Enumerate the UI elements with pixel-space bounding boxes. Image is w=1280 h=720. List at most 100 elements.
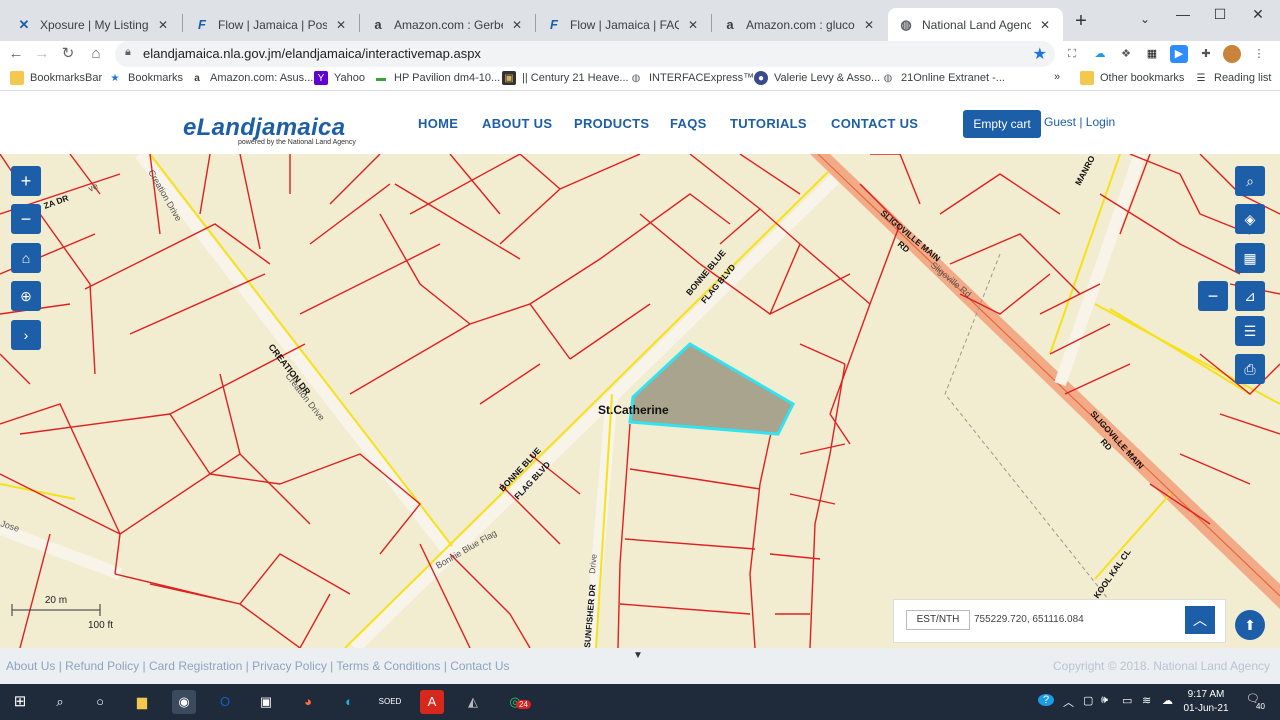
browser-tab[interactable]: F Flow | Jamaica | FAQ | billing ✕: [536, 8, 711, 41]
maximize-button[interactable]: ☐: [1205, 6, 1235, 26]
puzzle-extensions-icon[interactable]: ✚: [1197, 45, 1215, 63]
coordinate-system-selector[interactable]: EST/NTH: [906, 610, 970, 630]
dropbox-extension-icon[interactable]: ❖: [1117, 45, 1135, 63]
acrobat-icon[interactable]: A: [420, 690, 444, 714]
list-icon[interactable]: ☰: [1235, 316, 1265, 346]
address-bar[interactable]: 🔒︎ elandjamaica.nla.gov.jm/elandjamaica/…: [115, 41, 1055, 67]
extension-icon[interactable]: ⛶: [1063, 45, 1081, 63]
cloud-extension-icon[interactable]: ☁: [1091, 45, 1109, 63]
basemap-gallery-icon[interactable]: ▦: [1235, 243, 1265, 273]
guest-login-link[interactable]: Guest | Login: [1044, 115, 1115, 129]
onedrive-icon[interactable]: ☁: [1162, 694, 1173, 707]
tray-chevron-icon[interactable]: ︿: [1063, 694, 1074, 710]
measure-icon[interactable]: ⊿: [1235, 281, 1265, 311]
new-tab-button[interactable]: +: [1066, 10, 1096, 32]
layers-icon[interactable]: ◈: [1235, 204, 1265, 234]
hp-icon: ▬: [376, 72, 386, 84]
windows-start-icon[interactable]: ⊞: [8, 690, 32, 714]
other-bookmarks[interactable]: Other bookmarks: [1080, 71, 1184, 85]
bookmark-item[interactable]: ◍ 21Online Extranet -...: [881, 71, 1005, 85]
bookmark-item[interactable]: ▬ HP Pavilion dm4-10...: [374, 71, 500, 85]
more-bookmarks-button[interactable]: »: [1054, 71, 1060, 83]
home-extent-button[interactable]: ⌂: [11, 243, 41, 273]
lock-icon: 🔒︎: [125, 46, 131, 58]
file-explorer-icon[interactable]: ▆: [130, 690, 154, 714]
browser-tab[interactable]: a Amazon.com : glucosamine ✕: [712, 8, 887, 41]
compass-icon[interactable]: ⬆: [1235, 610, 1265, 640]
soed-icon[interactable]: SOED: [378, 690, 402, 714]
wifi-icon[interactable]: ≋: [1142, 694, 1151, 707]
browser-tab-active[interactable]: ◍ National Land Agency - eLa ✕: [888, 8, 1063, 41]
reload-button[interactable]: ↻: [58, 44, 78, 64]
firefox-icon[interactable]: ◕: [296, 690, 320, 714]
collapse-tool-button[interactable]: −: [1198, 281, 1228, 311]
nav-about-us[interactable]: ABOUT US: [482, 116, 552, 131]
nav-contact-us[interactable]: CONTACT US: [831, 116, 918, 131]
bookmark-label: INTERFACExpress™...: [649, 72, 764, 84]
chevron-up-icon[interactable]: ︿: [1185, 606, 1215, 634]
bookmark-label: Amazon.com: Asus...: [210, 72, 314, 84]
browser-tab[interactable]: ✕ Xposure | My Listings ✕: [6, 8, 181, 41]
app-icon[interactable]: ◭: [461, 690, 485, 714]
bookmark-item[interactable]: a Amazon.com: Asus...: [190, 71, 313, 85]
browser-tab[interactable]: F Flow | Jamaica | Postpaid Pl ✕: [184, 8, 359, 41]
volume-icon[interactable]: 🕪︎: [1101, 694, 1108, 707]
close-tab-icon[interactable]: ✕: [509, 18, 525, 32]
zoom-out-button[interactable]: −: [11, 204, 41, 234]
bookmark-item[interactable]: BookmarksBar: [10, 71, 102, 85]
close-tab-icon[interactable]: ✕: [861, 18, 877, 32]
nav-products[interactable]: PRODUCTS: [574, 116, 649, 131]
search-icon[interactable]: ⌕: [1235, 166, 1265, 196]
empty-cart-button[interactable]: Empty cart: [963, 110, 1041, 138]
close-tab-icon[interactable]: ✕: [155, 18, 171, 32]
chrome-icon[interactable]: ◉: [172, 690, 196, 714]
close-tab-icon[interactable]: ✕: [1037, 18, 1053, 32]
bookmark-item[interactable]: ★ Bookmarks: [108, 71, 184, 85]
tab-search-button[interactable]: ⌄: [1130, 12, 1160, 32]
nav-tutorials[interactable]: TUTORIALS: [730, 116, 807, 131]
help-icon[interactable]: ?: [1038, 694, 1054, 706]
back-button[interactable]: ←: [6, 44, 26, 64]
century21-icon: ▣: [502, 71, 516, 85]
reading-list[interactable]: ☰ Reading list: [1194, 71, 1272, 85]
expand-panel-icon[interactable]: ›: [11, 320, 41, 350]
windows-taskbar: ⊞ ⌕ ○ ▆ ◉ O ▣ ◕ ◐ SOED A ◭ ◎ 24 ? ︿ ▢ 🕪︎…: [0, 684, 1280, 720]
nav-faqs[interactable]: FAQS: [670, 116, 707, 131]
bookmark-star-icon[interactable]: ★: [1033, 44, 1047, 64]
map-canvas[interactable]: St.Catherine Creation Drive CREATION DR …: [0, 154, 1280, 648]
battery-icon[interactable]: ▭: [1122, 694, 1132, 707]
locate-icon[interactable]: ⊕: [11, 281, 41, 311]
close-window-button[interactable]: ✕: [1243, 6, 1273, 26]
zoom-in-button[interactable]: +: [11, 166, 41, 196]
profile-avatar[interactable]: [1223, 45, 1241, 63]
road-label: ZA DR: [42, 193, 70, 211]
system-clock[interactable]: 9:17 AM 01-Jun-21: [1180, 688, 1232, 716]
footer-links[interactable]: About Us | Refund Policy | Card Registra…: [6, 659, 510, 673]
nav-home[interactable]: HOME: [418, 116, 458, 131]
print-icon[interactable]: ⎙: [1235, 354, 1265, 384]
grid-extension-icon[interactable]: ▦: [1143, 45, 1161, 63]
minimize-button[interactable]: —: [1168, 6, 1198, 26]
close-tab-icon[interactable]: ✕: [685, 18, 701, 32]
menu-kebab-icon[interactable]: ⋮: [1250, 45, 1268, 63]
zoom-extension-icon[interactable]: ▶: [1170, 45, 1188, 63]
notification-count: 40: [1256, 702, 1265, 711]
outlook-icon[interactable]: O: [213, 690, 237, 714]
edge-icon[interactable]: ◐: [337, 690, 361, 714]
close-tab-icon[interactable]: ✕: [333, 18, 349, 32]
bookmark-item[interactable]: ● Valerie Levy & Asso...: [754, 71, 880, 85]
tray-app-icon[interactable]: ▢: [1083, 694, 1093, 707]
forward-button[interactable]: →: [32, 44, 52, 64]
footer-toggle-icon[interactable]: ▼: [633, 650, 643, 661]
store-icon[interactable]: ▣: [254, 690, 278, 714]
search-icon[interactable]: ⌕: [48, 690, 72, 714]
interactive-map[interactable]: St.Catherine Creation Drive CREATION DR …: [0, 154, 1280, 648]
bookmark-item[interactable]: Y Yahoo: [314, 71, 365, 85]
task-view-icon[interactable]: ○: [88, 690, 112, 714]
elandjamaica-logo[interactable]: eLandjamaica powered by the National Lan…: [183, 114, 356, 146]
bookmark-label: || Century 21 Heave...: [522, 72, 629, 84]
bookmark-item[interactable]: ▣ || Century 21 Heave...: [502, 71, 629, 85]
bookmark-item[interactable]: ◍ INTERFACExpress™...: [629, 71, 764, 85]
home-button[interactable]: ⌂: [86, 44, 106, 64]
browser-tab[interactable]: a Amazon.com : Gerber fixed ✕: [360, 8, 535, 41]
